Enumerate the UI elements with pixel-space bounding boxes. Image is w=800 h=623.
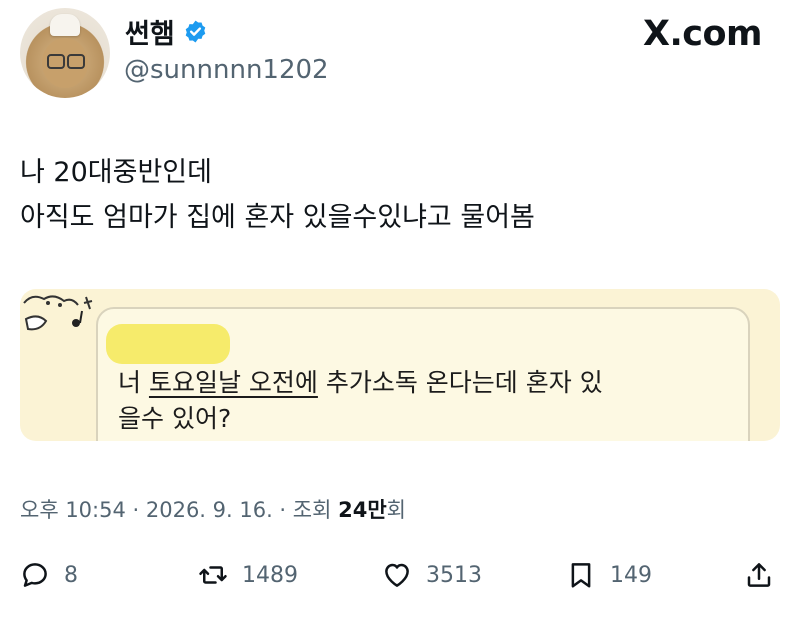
tweet-meta: 오후 10:54 · 2026. 9. 16. · 조회 24만회 bbox=[20, 494, 406, 524]
action-bar: 8 1489 3513 149 bbox=[0, 560, 800, 604]
message-line: 을수 있어? bbox=[118, 404, 232, 433]
glasses-left bbox=[47, 54, 65, 69]
chef-hat-shape bbox=[50, 14, 80, 36]
like-button[interactable]: 3513 bbox=[382, 560, 482, 590]
message-part-underlined: 토요일날 오전에 bbox=[148, 368, 318, 397]
display-name[interactable]: 썬햄 bbox=[125, 12, 175, 51]
message-part: 너 bbox=[118, 368, 149, 397]
view-suffix: 회 bbox=[386, 498, 406, 522]
glasses-right bbox=[67, 54, 85, 69]
bookmark-icon bbox=[571, 563, 591, 588]
reply-icon bbox=[23, 563, 47, 587]
repost-count: 1489 bbox=[242, 562, 298, 588]
tweet-text: 나 20대중반인데 아직도 엄마가 집에 혼자 있을수있냐고 물어봄 bbox=[20, 150, 535, 240]
reply-count: 8 bbox=[64, 562, 78, 588]
bookmark-button[interactable]: 149 bbox=[566, 560, 652, 590]
heart-icon bbox=[385, 563, 409, 587]
share-button[interactable] bbox=[744, 560, 774, 590]
message-part: 추가소독 온다는데 혼자 있 bbox=[317, 368, 603, 397]
view-count: 24만 bbox=[338, 498, 387, 522]
repost-icon bbox=[199, 566, 227, 584]
x-logo: X.com bbox=[642, 14, 763, 54]
name-highlight bbox=[106, 324, 230, 364]
verified-badge-icon bbox=[185, 20, 205, 43]
reply-button[interactable]: 8 bbox=[20, 560, 78, 590]
bookmark-count: 149 bbox=[610, 562, 652, 588]
doodle-sticker-icon bbox=[23, 295, 93, 331]
user-handle[interactable]: @sunnnnn1202 bbox=[124, 55, 329, 85]
timestamp[interactable]: 오후 10:54 · 2026. 9. 16. · 조회 bbox=[20, 498, 338, 522]
share-icon bbox=[747, 563, 771, 587]
tweet-line: 나 20대중반인데 bbox=[20, 157, 212, 188]
tweet-image[interactable]: 너 토요일날 오전에 추가소독 온다는데 혼자 있 을수 있어? bbox=[20, 289, 780, 441]
avatar[interactable] bbox=[20, 8, 110, 98]
tweet-line: 아직도 엄마가 집에 혼자 있을수있냐고 물어봄 bbox=[20, 202, 535, 233]
like-count: 3513 bbox=[426, 562, 482, 588]
chat-message: 너 토요일날 오전에 추가소독 온다는데 혼자 있 을수 있어? bbox=[118, 365, 603, 437]
display-name-row[interactable]: 썬햄 bbox=[125, 12, 208, 51]
repost-button[interactable]: 1489 bbox=[198, 560, 298, 590]
